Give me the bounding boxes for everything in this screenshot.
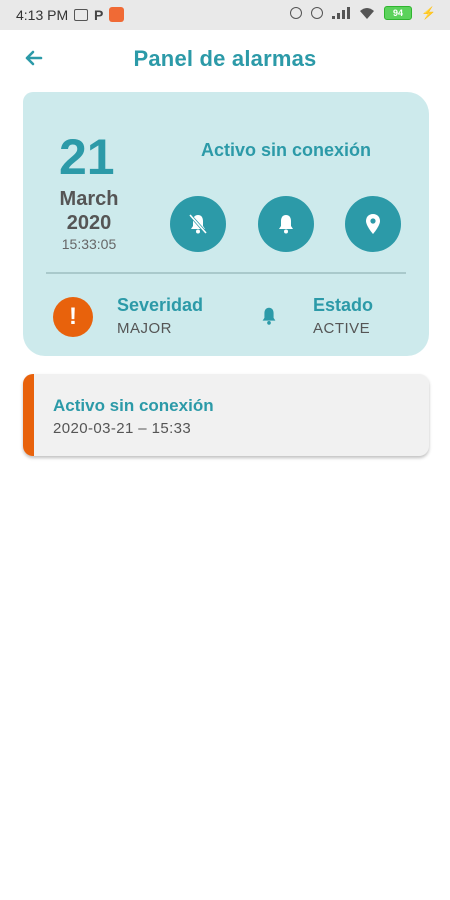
card-divider bbox=[46, 272, 406, 274]
alarm-month: March bbox=[59, 188, 119, 210]
list-item-subtitle: 2020-03-21 – 15:33 bbox=[53, 420, 192, 437]
alarm-year: 2020 bbox=[66, 212, 112, 234]
location-pin-icon bbox=[366, 214, 380, 234]
battery-level: 94 bbox=[393, 8, 404, 18]
p-app-icon: P bbox=[94, 6, 104, 23]
alarm-clock-icon bbox=[311, 7, 324, 19]
mute-alarm-button[interactable] bbox=[170, 196, 226, 252]
severity-accent-bar bbox=[23, 374, 34, 456]
battery-icon: 94 bbox=[384, 6, 413, 20]
status-bar: 4:13 PM P 94 ⚡ bbox=[0, 0, 450, 30]
bell-icon bbox=[279, 215, 293, 234]
alarm-detail-card: 21 March 2020 15:33:05 Activo sin conexi… bbox=[23, 92, 429, 356]
warning-icon: ! bbox=[53, 297, 93, 337]
acknowledge-alarm-button[interactable] bbox=[258, 196, 314, 252]
sync-icon bbox=[290, 7, 303, 19]
state-label: Estado bbox=[313, 295, 374, 315]
locate-alarm-button[interactable] bbox=[345, 196, 401, 252]
alarm-day: 21 bbox=[59, 129, 115, 185]
signal-icon bbox=[332, 7, 351, 19]
state-value: ACTIVE bbox=[313, 320, 371, 337]
alarm-name: Activo sin conexión bbox=[201, 140, 372, 160]
message-icon bbox=[74, 8, 88, 21]
app-header: Panel de alarmas bbox=[0, 30, 450, 92]
app-notification-icon bbox=[109, 7, 125, 22]
severity-label: Severidad bbox=[117, 295, 204, 315]
severity-value: MAJOR bbox=[117, 320, 172, 337]
alarm-time: 15:33:05 bbox=[61, 236, 117, 252]
bell-icon bbox=[262, 307, 276, 325]
alarm-list-item[interactable]: Activo sin conexión 2020-03-21 – 15:33 bbox=[23, 374, 429, 456]
charging-icon: ⚡ bbox=[421, 6, 436, 20]
page-title: Panel de alarmas bbox=[133, 46, 317, 71]
wifi-icon bbox=[360, 7, 375, 19]
list-item-title: Activo sin conexión bbox=[53, 396, 214, 415]
bell-off-icon bbox=[188, 214, 208, 234]
status-time: 4:13 PM bbox=[16, 7, 69, 23]
